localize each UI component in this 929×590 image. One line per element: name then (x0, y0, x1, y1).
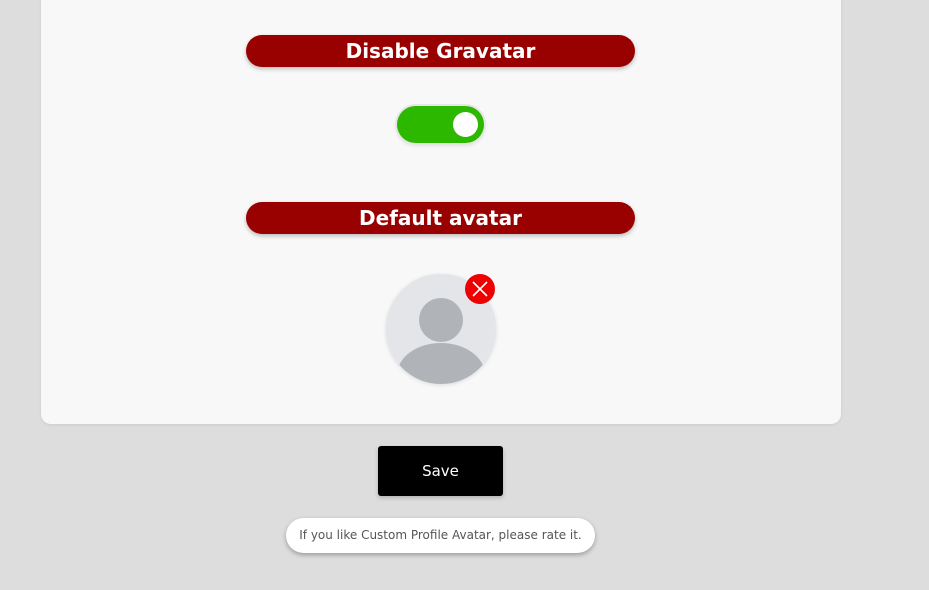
save-button[interactable]: Save (378, 446, 503, 496)
remove-avatar-button[interactable] (465, 274, 495, 304)
disable-gravatar-toggle[interactable] (397, 106, 484, 143)
toggle-knob (453, 112, 478, 137)
rate-plugin-link[interactable]: If you like Custom Profile Avatar, pleas… (286, 518, 595, 553)
disable-gravatar-heading: Disable Gravatar (246, 35, 635, 67)
default-avatar-heading: Default avatar (246, 202, 635, 234)
close-icon (472, 281, 488, 297)
